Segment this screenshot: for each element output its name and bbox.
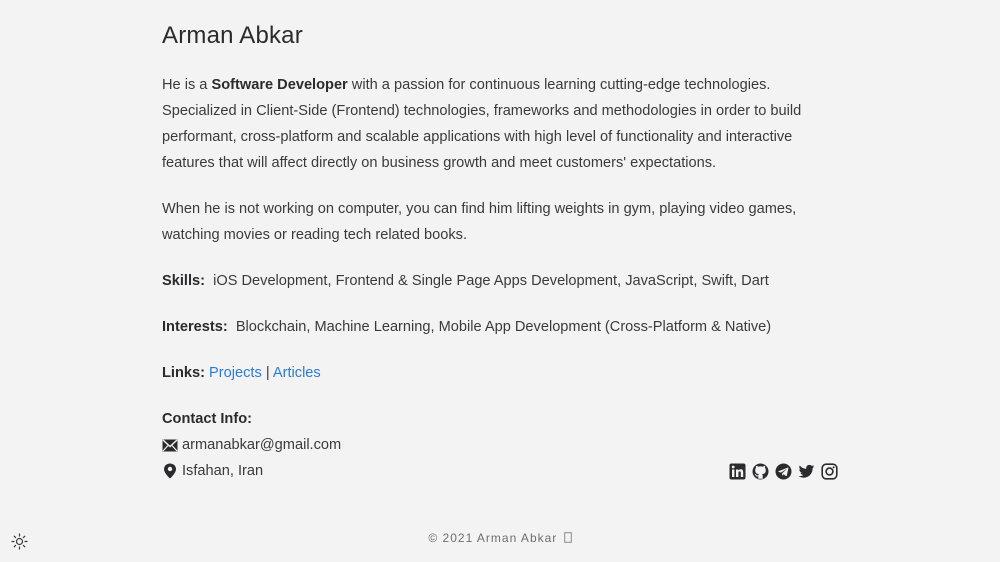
- main-content: Arman Abkar He is a Software Developer w…: [162, 22, 838, 484]
- github-icon[interactable]: [752, 463, 769, 480]
- envelope-icon: [162, 438, 178, 451]
- contact-title: Contact Info:: [162, 411, 252, 427]
- heart-icon: [563, 532, 572, 543]
- contact-email: armanabkar@gmail.com: [182, 437, 342, 453]
- interests-label: Interests:: [162, 319, 228, 335]
- bio-prefix: He is a: [162, 77, 212, 93]
- skills-label: Skills:: [162, 273, 205, 289]
- articles-link[interactable]: Articles: [273, 365, 321, 381]
- page: Arman Abkar He is a Software Developer w…: [0, 0, 1000, 562]
- contact-location-row: Isfahan, Iran: [162, 458, 263, 484]
- contact-email-row: armanabkar@gmail.com: [162, 432, 838, 458]
- footer: © 2021 Arman Abkar: [0, 531, 1000, 545]
- links-row: Links: Projects | Articles: [162, 360, 838, 386]
- telegram-icon[interactable]: [775, 463, 792, 480]
- instagram-icon[interactable]: [821, 462, 838, 480]
- skills-value: iOS Development, Frontend & Single Page …: [213, 273, 769, 289]
- bio-highlight: Software Developer: [211, 77, 348, 93]
- contact-location: Isfahan, Iran: [182, 463, 264, 479]
- linkedin-icon[interactable]: [729, 463, 746, 480]
- skills-row: Skills: iOS Development, Frontend & Sing…: [162, 268, 838, 294]
- bio-paragraph: He is a Software Developer with a passio…: [162, 72, 838, 176]
- contact-bottom-row: Isfahan, Iran: [162, 458, 838, 484]
- interests-value: Blockchain, Machine Learning, Mobile App…: [235, 319, 772, 335]
- map-marker-icon: [164, 463, 176, 479]
- page-title: Arman Abkar: [162, 22, 303, 49]
- projects-link[interactable]: Projects: [209, 365, 262, 381]
- links-separator: |: [265, 365, 270, 381]
- interests-row: Interests: Blockchain, Machine Learning,…: [162, 314, 838, 340]
- hobbies-paragraph: When he is not working on computer, you …: [162, 201, 797, 243]
- twitter-icon[interactable]: [798, 463, 815, 480]
- social-links: [729, 462, 838, 480]
- footer-copyright: © 2021 Arman Abkar: [428, 531, 558, 545]
- links-label: Links:: [162, 365, 205, 381]
- contact-section: Contact Info: armanabkar@gmail.com Isfah…: [162, 406, 838, 484]
